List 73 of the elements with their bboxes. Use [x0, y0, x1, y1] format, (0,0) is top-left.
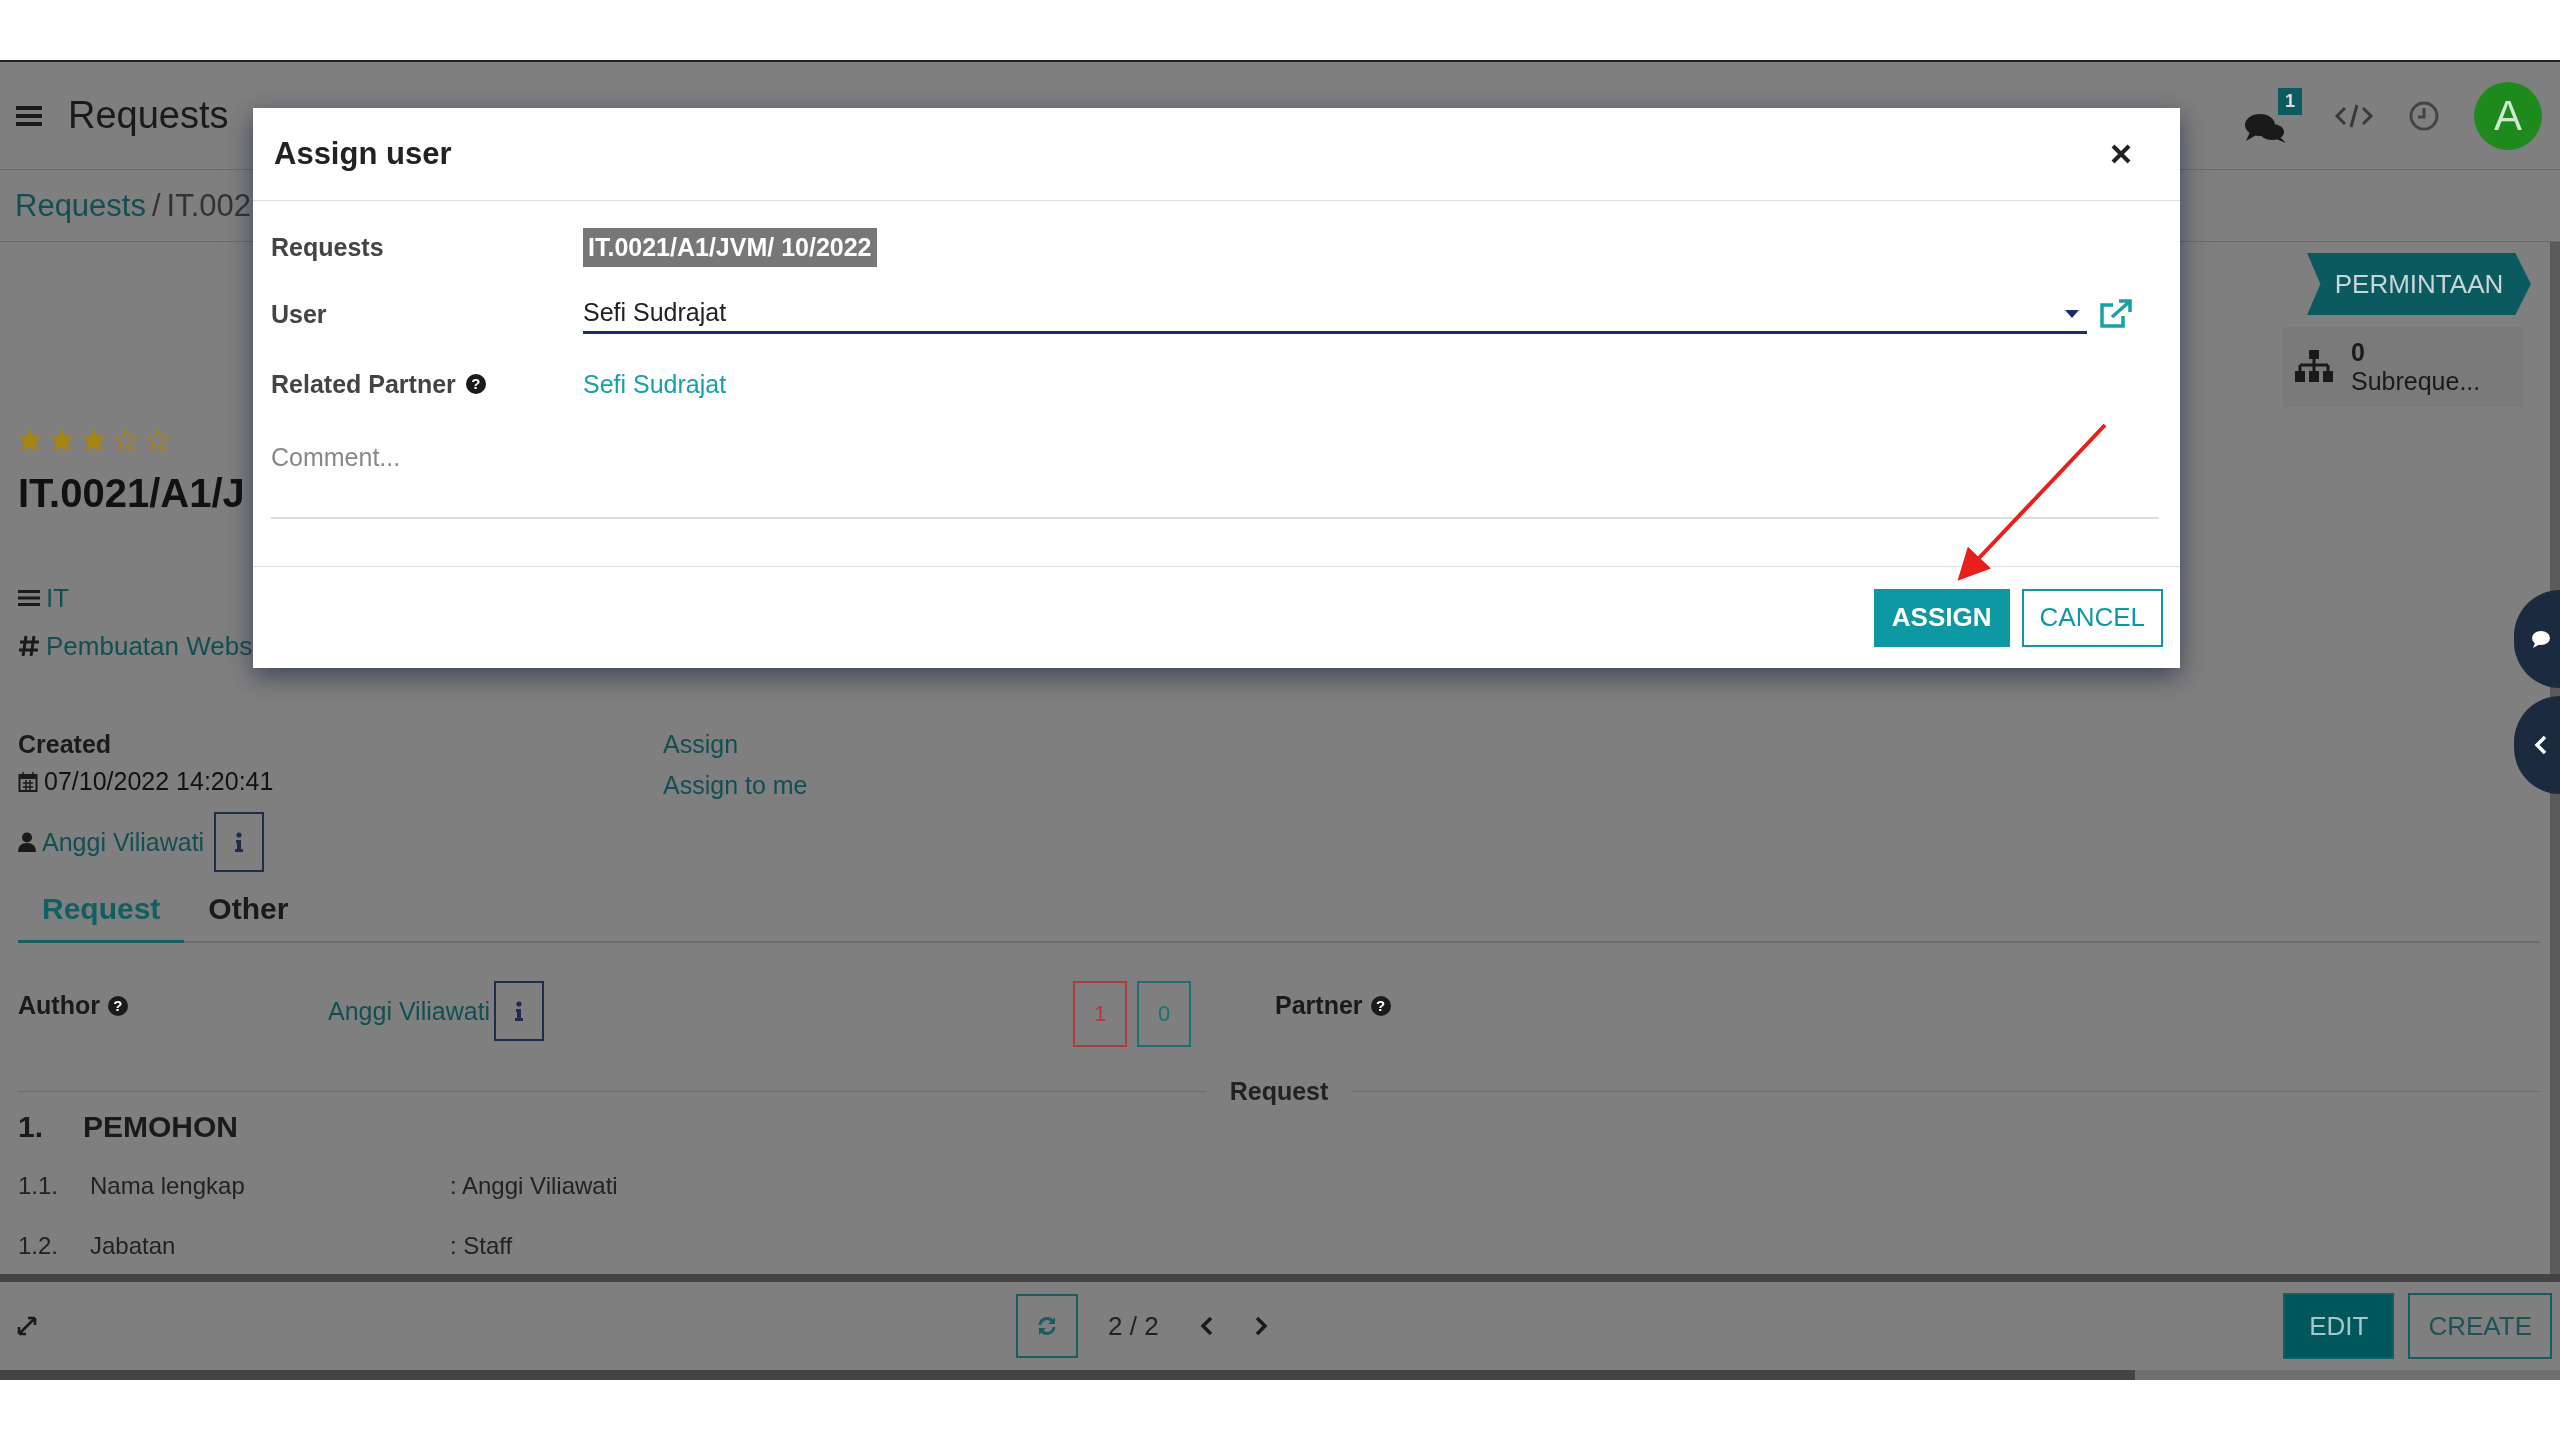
messages-button[interactable]: 1 — [2244, 87, 2302, 144]
field-label: Requests — [271, 232, 384, 262]
created-label: Created — [18, 730, 113, 759]
hashtag-icon — [18, 634, 40, 658]
info-button[interactable] — [214, 812, 265, 872]
row-label: Nama lengkap — [90, 1172, 246, 1200]
section-title: PEMOHON — [83, 1110, 238, 1144]
record-title: IT.0021/A1/J — [18, 470, 245, 517]
dialog-title: Assign user — [274, 136, 452, 172]
field-label: User — [271, 299, 327, 329]
row-number: 1.1. — [18, 1172, 60, 1200]
subrequest-count: 0 — [2351, 338, 2365, 367]
calendar-icon — [18, 770, 38, 793]
expand-icon[interactable] — [16, 1315, 38, 1337]
tag-link[interactable]: Pembuatan Webs — [46, 628, 253, 664]
selected-text: IT.0021/A1/JVM/ 10/2022 — [583, 227, 877, 267]
help-icon[interactable]: ? — [107, 995, 128, 1016]
refresh-icon — [1036, 1315, 1058, 1337]
breadcrumb-separator: / — [151, 187, 161, 224]
tab[interactable]: Other — [184, 880, 313, 943]
edit-button[interactable]: EDIT — [2283, 1293, 2395, 1359]
action-link[interactable]: Assign — [663, 730, 808, 759]
list-icon — [18, 589, 40, 607]
clock-icon[interactable] — [2408, 99, 2440, 132]
star-icon[interactable] — [82, 428, 106, 452]
breadcrumb-link[interactable]: Requests — [15, 187, 146, 224]
star-icon[interactable] — [50, 428, 74, 452]
horizontal-scrollbar[interactable] — [0, 1370, 2560, 1380]
star-icon[interactable] — [18, 428, 42, 452]
assign-button[interactable]: ASSIGN — [1873, 588, 2010, 647]
chevron-icon — [2534, 734, 2548, 756]
field-label: Related Partner — [271, 369, 456, 399]
refresh-button[interactable] — [1016, 1294, 1078, 1358]
menu-icon[interactable] — [16, 104, 42, 127]
code-icon[interactable] — [2334, 102, 2374, 129]
help-icon[interactable]: ? — [1370, 995, 1391, 1016]
section-number: 1. — [18, 1110, 45, 1144]
action-link[interactable]: Assign to me — [663, 771, 808, 800]
empty-star-icon[interactable] — [146, 428, 170, 452]
author-label: Author — [18, 991, 100, 1020]
pager-value: 2 / 2 — [1108, 1310, 1159, 1342]
partner-label: Partner — [1275, 991, 1363, 1020]
notification-badge: 1 — [2278, 87, 2302, 115]
person-icon — [18, 832, 36, 852]
user-avatar[interactable]: A — [2474, 81, 2542, 150]
status-ribbon: PERMINTAAN — [2307, 253, 2531, 315]
author-link[interactable]: Anggi Viliawati — [328, 996, 491, 1026]
chat-icon — [2531, 630, 2551, 648]
separator-label: Request — [1229, 1077, 1329, 1106]
info-icon — [515, 1001, 524, 1021]
app-title: Requests — [68, 94, 229, 137]
partner-link[interactable]: Sefi Sudrajat — [583, 369, 727, 399]
previous-icon[interactable] — [1198, 1315, 1215, 1337]
row-number: 1.2. — [18, 1232, 60, 1260]
cancel-button[interactable]: CANCEL — [2021, 588, 2163, 647]
row-value: : Anggi Viliawati — [450, 1172, 618, 1200]
subrequests-button[interactable]: 0 Subreque... — [2283, 327, 2523, 407]
external-link-icon[interactable] — [2099, 299, 2133, 329]
row-label: Jabatan — [90, 1232, 177, 1260]
user-link[interactable]: Anggi Viliawati — [42, 827, 205, 857]
info-icon — [235, 832, 244, 852]
subrequest-label: Subreque... — [2351, 367, 2481, 396]
info-button[interactable] — [494, 981, 545, 1041]
category-link[interactable]: IT — [46, 580, 70, 616]
hierarchy-icon — [2295, 350, 2333, 384]
breadcrumb-current: IT.002 — [166, 187, 252, 224]
create-button[interactable]: CREATE — [2408, 1293, 2552, 1359]
help-icon[interactable]: ? — [465, 374, 486, 394]
created-date: 07/10/2022 14:20:41 — [44, 767, 274, 796]
empty-star-icon[interactable] — [114, 428, 138, 452]
row-value: : Staff — [450, 1232, 513, 1260]
tab[interactable]: Request — [18, 880, 185, 943]
close-icon[interactable] — [2110, 143, 2132, 165]
